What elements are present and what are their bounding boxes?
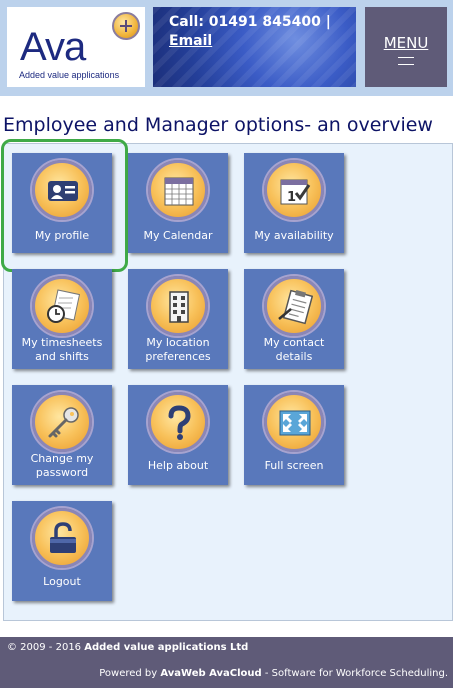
tile-label: My contact details bbox=[263, 336, 325, 363]
tile-help-about[interactable]: Help about bbox=[128, 385, 228, 485]
tile-my-calendar[interactable]: My Calendar bbox=[128, 153, 228, 253]
tile-label: My availability bbox=[254, 229, 334, 242]
product-tagline: - Software for Workforce Scheduling. bbox=[264, 668, 448, 679]
tile-logout[interactable]: Logout bbox=[12, 501, 112, 601]
copyright-years: © 2009 - 2016 bbox=[7, 642, 82, 653]
calendar-icon bbox=[148, 160, 208, 220]
logo-wordmark: Ava bbox=[20, 25, 86, 69]
tile-label: Change my password bbox=[30, 452, 94, 479]
hamburger-icon bbox=[398, 57, 414, 71]
email-link[interactable]: Email bbox=[169, 33, 212, 49]
powered-by-text: Powered by AvaWeb AvaCloud - Software fo… bbox=[99, 668, 448, 679]
options-panel: My profile My Calendar 1 My availability… bbox=[1, 139, 453, 621]
fullscreen-arrows-icon bbox=[264, 392, 324, 452]
logo-tagline: Added value applications bbox=[19, 70, 120, 80]
menu-button[interactable]: MENU bbox=[365, 7, 447, 87]
tile-label: My location preferences bbox=[145, 336, 211, 363]
contact-banner: Call: 01491 845400 | Email bbox=[153, 7, 356, 87]
tile-label: My Calendar bbox=[143, 229, 213, 242]
ava-logo[interactable]: Ava Added value applications bbox=[7, 7, 145, 87]
site-header: Ava Added value applications Call: 01491… bbox=[0, 0, 453, 96]
padlock-icon bbox=[32, 508, 92, 568]
timesheet-clock-icon bbox=[32, 276, 92, 336]
site-footer: © 2009 - 2016 Added value applications L… bbox=[0, 637, 453, 688]
menu-label: MENU bbox=[383, 34, 429, 52]
clipboard-icon bbox=[264, 276, 324, 336]
tile-my-profile[interactable]: My profile bbox=[12, 153, 112, 253]
availability-calendar-icon: 1 bbox=[264, 160, 324, 220]
tile-label: My profile bbox=[34, 229, 90, 242]
copyright: © 2009 - 2016 Added value applications L… bbox=[7, 642, 248, 653]
tile-full-screen[interactable]: Full screen bbox=[244, 385, 344, 485]
tile-label: My timesheets and shifts bbox=[21, 336, 103, 363]
powered-by-bar: Powered by AvaWeb AvaCloud - Software fo… bbox=[0, 664, 453, 688]
key-icon bbox=[32, 392, 92, 452]
tile-my-availability[interactable]: 1 My availability bbox=[244, 153, 344, 253]
company-name: Added value applications Ltd bbox=[84, 642, 249, 653]
call-phone-text: Call: 01491 845400 | bbox=[169, 14, 331, 30]
tile-label: Help about bbox=[147, 459, 209, 472]
tile-label: Full screen bbox=[264, 459, 324, 472]
page-title: Employee and Manager options- an overvie… bbox=[3, 114, 433, 136]
question-mark-icon bbox=[148, 392, 208, 452]
id-card-icon bbox=[32, 160, 92, 220]
logo-plus-icon bbox=[112, 12, 140, 40]
tile-my-location-preferences[interactable]: My location preferences bbox=[128, 269, 228, 369]
product-link[interactable]: AvaWeb AvaCloud bbox=[160, 668, 261, 679]
tile-my-contact-details[interactable]: My contact details bbox=[244, 269, 344, 369]
tile-change-my-password[interactable]: Change my password bbox=[12, 385, 112, 485]
tile-my-timesheets[interactable]: My timesheets and shifts bbox=[12, 269, 112, 369]
tile-label: Logout bbox=[43, 575, 81, 588]
building-icon bbox=[148, 276, 208, 336]
powered-by-label: Powered by bbox=[99, 668, 158, 679]
svg-text:1: 1 bbox=[287, 190, 296, 205]
